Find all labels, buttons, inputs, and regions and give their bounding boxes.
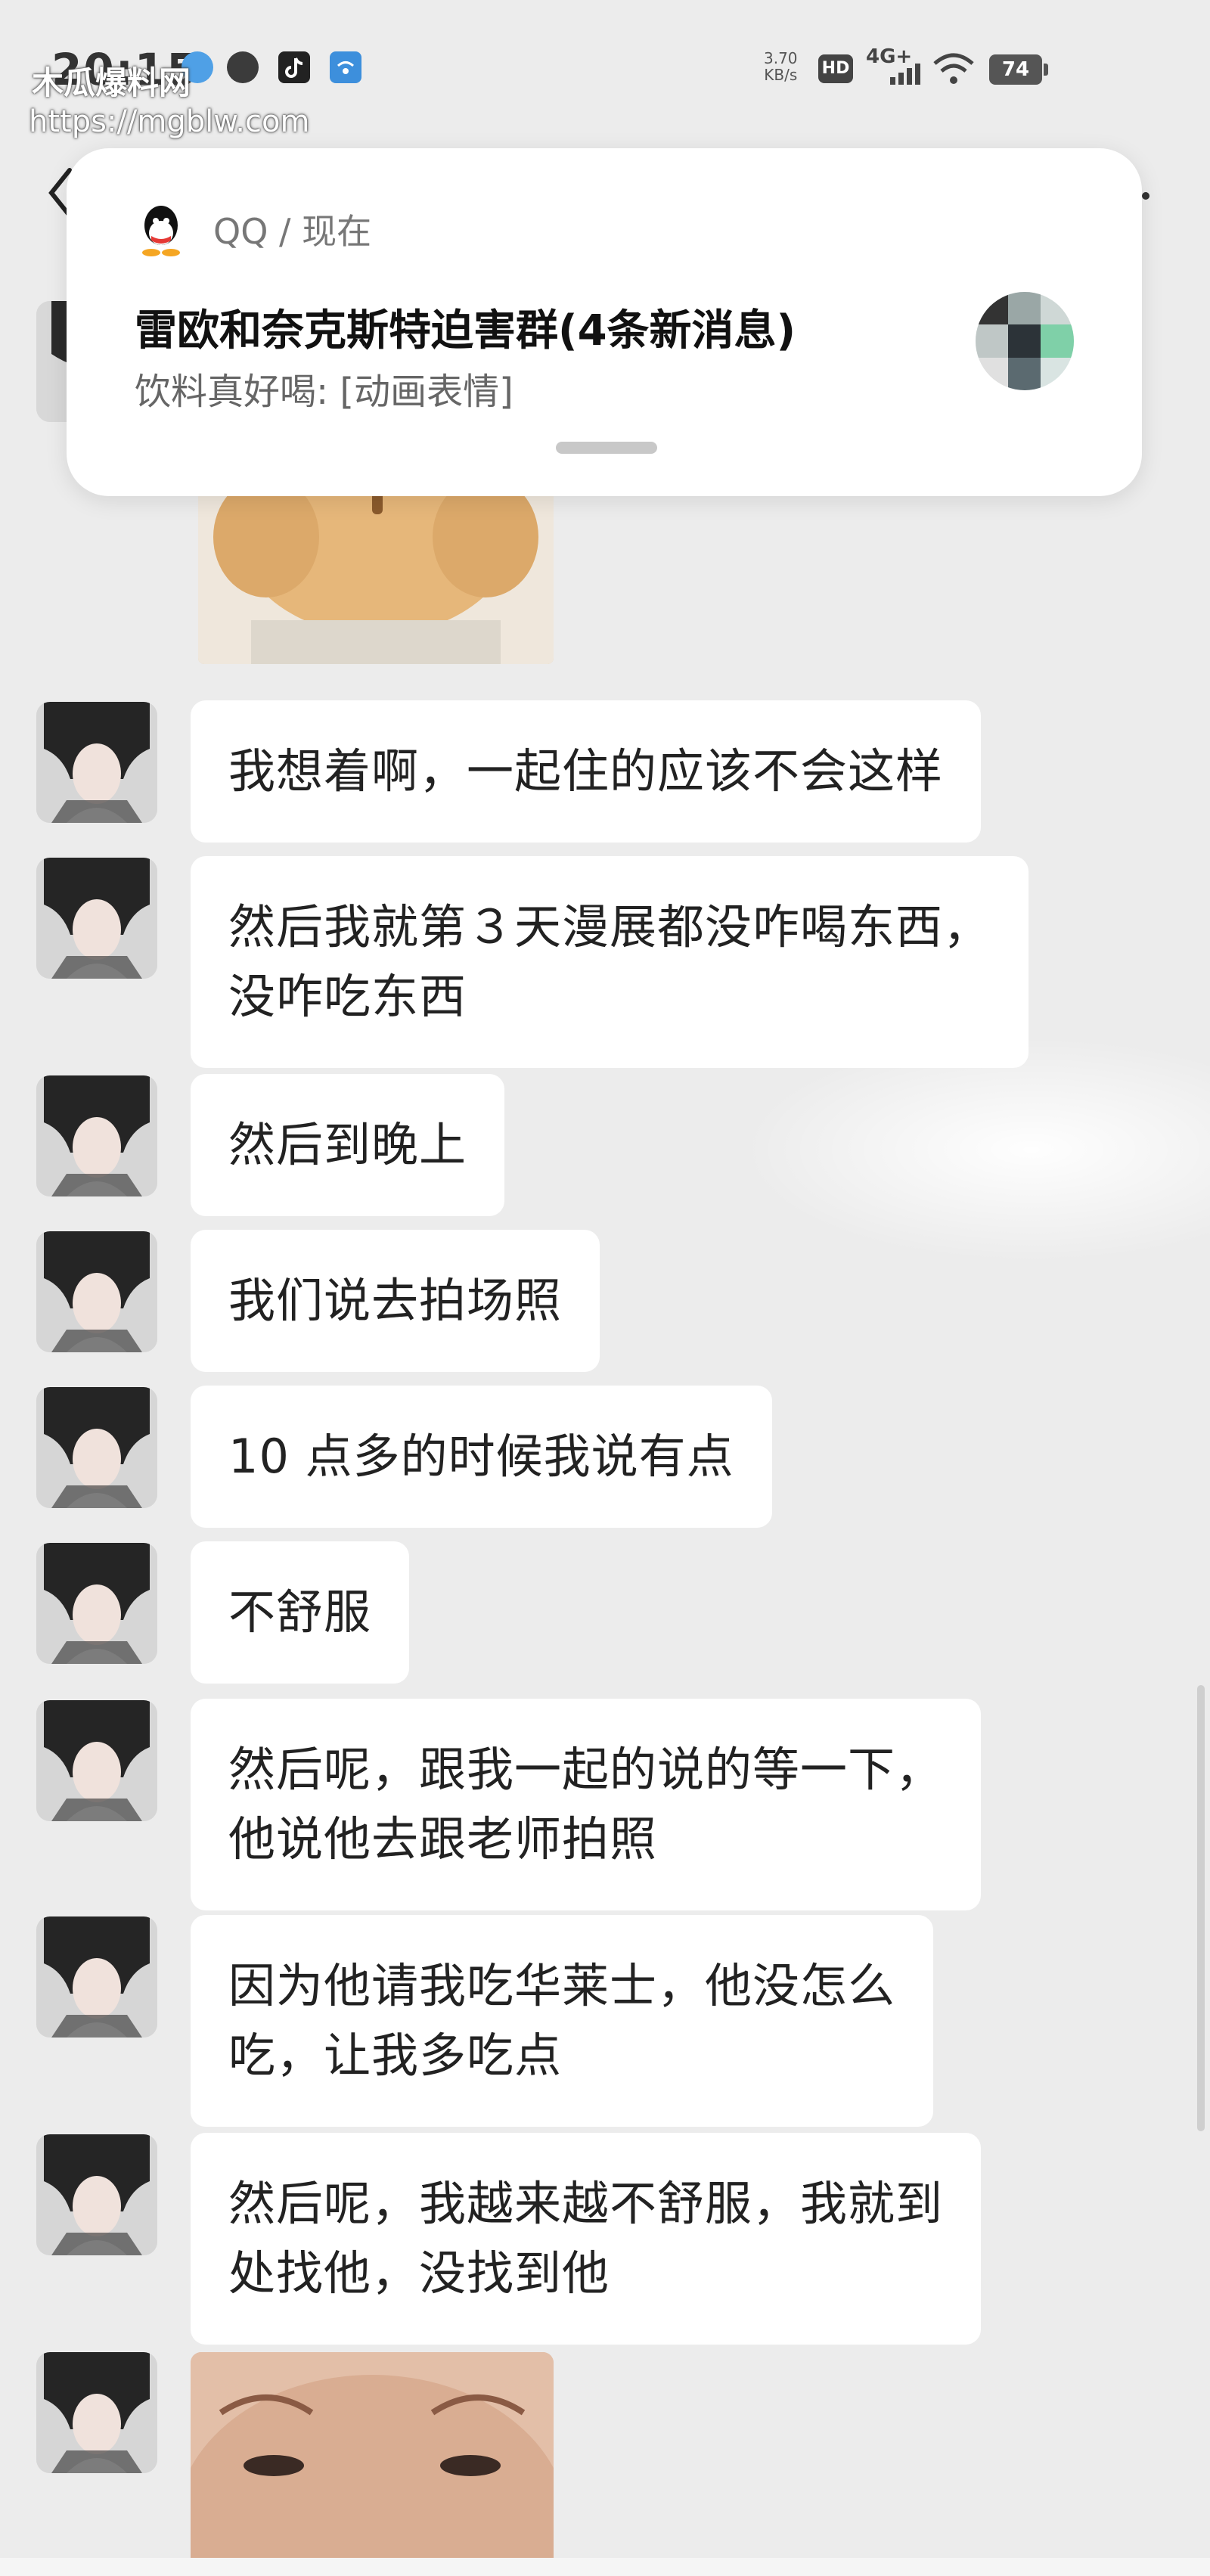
message-text: 处找他，没找到他 — [228, 2245, 610, 2301]
notification-body: 饮料真好喝: [动画表情] — [135, 371, 513, 413]
notification-title: 雷欧和奈克斯特迫害群(4条新消息) — [135, 306, 796, 355]
message-bubble[interactable]: 然后我就第３天漫展都没咋喝东西， 没咋吃东西 — [191, 856, 1029, 1068]
message-text: 我们说去拍场照 — [228, 1273, 563, 1328]
message-bubble[interactable]: 我们说去拍场照 — [191, 1230, 600, 1372]
message-text: 因为他请我吃华莱士，他没怎么 — [228, 1958, 896, 2013]
more-icon[interactable] — [1142, 192, 1150, 200]
battery-icon: 74 — [989, 54, 1042, 85]
scrollbar[interactable] — [1197, 1685, 1205, 2131]
battery-tip — [1044, 64, 1048, 76]
message-text: 然后呢，我越来越不舒服，我就到 — [228, 2176, 944, 2231]
avatar[interactable] — [36, 858, 157, 979]
avatar[interactable] — [36, 1231, 157, 1352]
app-notification-icon — [227, 51, 259, 83]
network-speed-unit: KB/s — [764, 66, 798, 84]
tiktok-icon — [278, 51, 310, 83]
input-bar-edge — [0, 2558, 1210, 2576]
avatar[interactable] — [36, 2352, 157, 2473]
watermark-url: https://mgblw.com — [29, 104, 310, 139]
background-smear — [741, 1036, 1210, 1263]
watermark-title: 木瓜爆料网 — [32, 64, 191, 101]
wifi-icon — [932, 53, 976, 89]
message-bubble[interactable]: 然后呢，我越来越不舒服，我就到 处找他，没找到他 — [191, 2133, 982, 2345]
signal-icon — [889, 62, 925, 88]
wifi-app-icon — [330, 51, 361, 83]
avatar[interactable] — [36, 1387, 157, 1508]
avatar[interactable] — [36, 1916, 157, 2038]
message-text: 吃，让我多吃点 — [228, 2028, 563, 2083]
message-text: 然后我就第３天漫展都没咋喝东西， — [228, 899, 991, 954]
network-speed: 3.70 KB/s — [764, 50, 798, 83]
message-text: 10 点多的时候我说有点 — [228, 1429, 734, 1484]
avatar[interactable] — [36, 1543, 157, 1664]
message-bubble[interactable]: 然后到晚上 — [191, 1074, 505, 1216]
hd-badge: HD — [818, 54, 853, 83]
image-message[interactable] — [191, 2352, 554, 2576]
animated-sticker[interactable] — [198, 469, 554, 664]
message-text: 我想着啊，一起住的应该不会这样 — [228, 743, 944, 799]
avatar[interactable] — [36, 702, 157, 823]
message-text: 他说他去跟老师拍照 — [228, 1811, 658, 1867]
avatar[interactable] — [36, 1700, 157, 1821]
network-speed-value: 3.70 — [764, 49, 798, 67]
avatar[interactable] — [36, 1075, 157, 1196]
message-text: 然后到晚上 — [228, 1117, 467, 1172]
qq-icon — [135, 203, 188, 260]
message-bubble[interactable]: 我想着啊，一起住的应该不会这样 — [191, 700, 982, 843]
message-text: 不舒服 — [228, 1584, 372, 1640]
message-text: 没咋吃东西 — [228, 969, 467, 1024]
group-avatar — [976, 292, 1074, 390]
message-bubble[interactable]: 10 点多的时候我说有点 — [191, 1386, 772, 1528]
message-bubble[interactable]: 因为他请我吃华莱士，他没怎么 吃，让我多吃点 — [191, 1915, 934, 2127]
message-bubble[interactable]: 不舒服 — [191, 1541, 410, 1684]
message-bubble[interactable]: 然后呢，跟我一起的说的等一下， 他说他去跟老师拍照 — [191, 1699, 982, 1910]
avatar[interactable] — [36, 2134, 157, 2255]
notification-handle — [556, 442, 657, 454]
notification-app-label: QQ / 现在 — [213, 211, 372, 252]
message-text: 然后呢，跟我一起的说的等一下， — [228, 1742, 944, 1797]
